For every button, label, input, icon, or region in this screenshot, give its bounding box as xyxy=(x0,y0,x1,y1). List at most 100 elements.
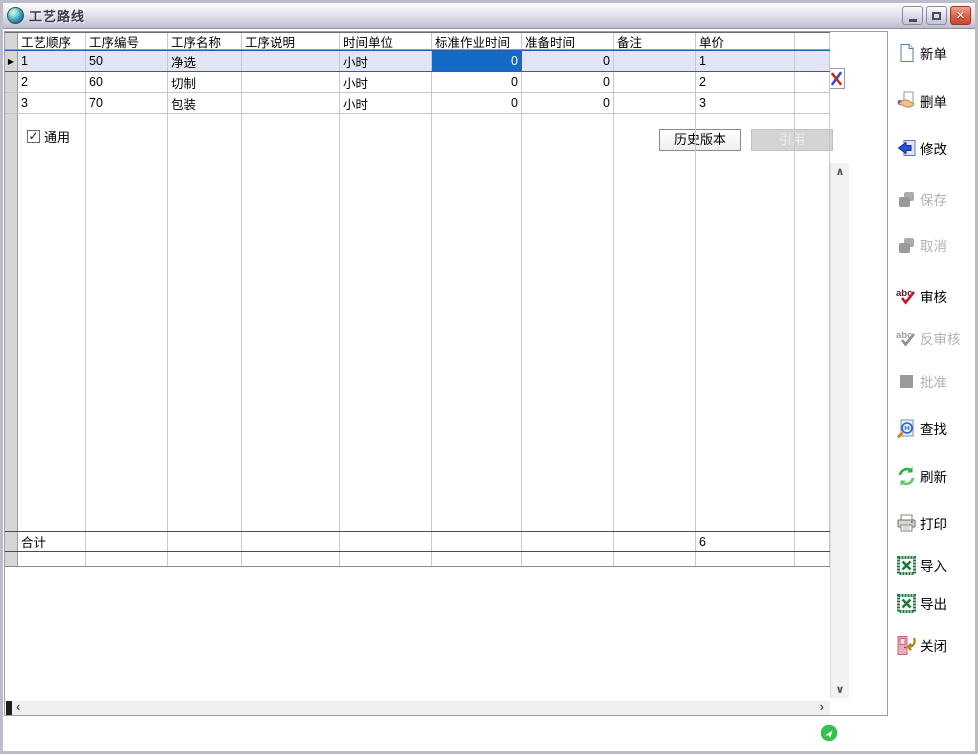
row-selector[interactable] xyxy=(5,93,18,113)
status-badge[interactable] xyxy=(820,724,838,742)
grid-cell[interactable]: 0 xyxy=(432,93,522,113)
grid-cell-selected[interactable]: 0 xyxy=(432,51,522,71)
grid-cell[interactable]: 2 xyxy=(696,72,795,92)
column-header[interactable]: 工序编号 xyxy=(86,33,168,49)
save-button[interactable]: 保存 xyxy=(896,188,947,210)
empty-cell xyxy=(432,552,522,566)
horizontal-scrollbar[interactable]: ‹ › xyxy=(6,701,830,715)
grid-cell[interactable]: 净选 xyxy=(168,51,242,71)
scroll-right-icon[interactable]: › xyxy=(820,700,824,714)
button-label: 保存 xyxy=(920,189,947,209)
total-cell xyxy=(432,532,522,551)
audit-button[interactable]: abc 审核 xyxy=(896,285,947,307)
scroll-up-icon[interactable]: ∧ xyxy=(831,165,849,178)
grid-cell[interactable]: 3 xyxy=(696,93,795,113)
grid-cell[interactable] xyxy=(614,93,696,113)
grid-cell[interactable]: 小时 xyxy=(340,93,432,113)
unaudit-button[interactable]: abc 反审核 xyxy=(896,327,961,349)
grid-cell[interactable]: 0 xyxy=(522,93,614,113)
grid-cell[interactable]: 0 xyxy=(432,72,522,92)
grid-cell[interactable]: 1 xyxy=(696,51,795,71)
search-button[interactable]: 查找 xyxy=(896,417,947,439)
table-row[interactable]: 2 60 切制 小时 0 0 2 xyxy=(5,72,830,93)
empty-cell xyxy=(242,552,340,566)
grid-cell[interactable]: 60 xyxy=(86,72,168,92)
refresh-button[interactable]: 刷新 xyxy=(896,465,947,487)
maximize-button[interactable] xyxy=(926,6,947,25)
import-button[interactable]: 导入 xyxy=(896,554,947,576)
table-row-current[interactable]: ▶ 1 50 净选 小时 0 0 1 xyxy=(5,50,830,72)
empty-column xyxy=(432,114,522,531)
delete-doc-button[interactable]: 删单 xyxy=(896,90,947,112)
button-label: 取消 xyxy=(920,235,947,255)
app-window: 工艺路线 ✕ 工艺路线编号 GYX200717001 工艺路线名称 金银花 版本… xyxy=(0,0,978,754)
grid-total-row: 合计 6 xyxy=(5,531,830,552)
row-selector xyxy=(5,532,18,551)
grid-cell[interactable] xyxy=(242,72,340,92)
row-selector[interactable] xyxy=(5,72,18,92)
column-header[interactable]: 标准作业时间 xyxy=(432,33,522,49)
cancel-button[interactable]: 取消 xyxy=(896,234,947,256)
grid-cell[interactable] xyxy=(795,51,830,71)
column-header[interactable]: 工艺顺序 xyxy=(18,33,86,49)
scroll-left-icon[interactable]: ‹ xyxy=(16,700,20,714)
empty-column xyxy=(168,114,242,531)
grid-cell[interactable]: 包装 xyxy=(168,93,242,113)
total-cell xyxy=(522,532,614,551)
grid-cell[interactable] xyxy=(242,51,340,71)
grid-cell[interactable]: 1 xyxy=(18,51,86,71)
print-button[interactable]: 打印 xyxy=(896,512,947,534)
modify-button[interactable]: 修改 xyxy=(896,137,947,159)
total-cell xyxy=(168,532,242,551)
grid-cell[interactable]: 0 xyxy=(522,72,614,92)
empty-column xyxy=(86,114,168,531)
grid-cell[interactable]: 0 xyxy=(522,51,614,71)
button-label: 查找 xyxy=(920,418,947,438)
window-title: 工艺路线 xyxy=(29,6,85,25)
close-button[interactable]: ✕ xyxy=(950,6,971,25)
button-label: 打印 xyxy=(920,513,947,533)
column-header[interactable]: 单价 xyxy=(696,33,795,49)
empty-column xyxy=(614,114,696,531)
grid-cell[interactable]: 3 xyxy=(18,93,86,113)
content-panel: 工艺路线编号 GYX200717001 工艺路线名称 金银花 版本号 A/2 物… xyxy=(4,31,888,716)
column-header[interactable]: 工序说明 xyxy=(242,33,340,49)
print-icon xyxy=(896,513,917,534)
approve-button[interactable]: 批准 xyxy=(896,370,947,392)
scrollbar-thumb[interactable] xyxy=(6,701,12,715)
row-selector-arrow-icon[interactable]: ▶ xyxy=(5,51,18,71)
column-header[interactable]: 工序名称 xyxy=(168,33,242,49)
grid-cell[interactable]: 50 xyxy=(86,51,168,71)
new-doc-button[interactable]: 新单 xyxy=(896,42,947,64)
empty-cell xyxy=(86,552,168,566)
title-bar[interactable]: 工艺路线 ✕ xyxy=(3,3,975,29)
close-form-button[interactable]: 关闭 xyxy=(896,634,947,656)
grid-cell[interactable]: 2 xyxy=(18,72,86,92)
export-button[interactable]: 导出 xyxy=(896,592,947,614)
empty-column xyxy=(340,114,432,531)
column-header[interactable]: 备注 xyxy=(614,33,696,49)
grid-cell[interactable]: 小时 xyxy=(340,51,432,71)
grid-cell[interactable] xyxy=(614,51,696,71)
version-tools-button[interactable] xyxy=(828,68,845,89)
minimize-button[interactable] xyxy=(902,6,923,25)
button-label: 新单 xyxy=(920,43,947,63)
grid-cell[interactable]: 70 xyxy=(86,93,168,113)
scroll-down-icon[interactable]: ∨ xyxy=(831,683,849,696)
empty-column xyxy=(242,114,340,531)
grid-cell[interactable] xyxy=(614,72,696,92)
vertical-scrollbar[interactable]: ∧ ∨ xyxy=(830,163,849,698)
table-row[interactable]: 3 70 包装 小时 0 0 3 xyxy=(5,93,830,114)
column-header[interactable]: 时间单位 xyxy=(340,33,432,49)
grid-header-row: 工艺顺序 工序编号 工序名称 工序说明 时间单位 标准作业时间 准备时间 备注 … xyxy=(5,32,830,50)
save-icon xyxy=(896,189,917,210)
import-excel-icon xyxy=(896,555,917,576)
grid-cell[interactable]: 小时 xyxy=(340,72,432,92)
grid-cell[interactable] xyxy=(795,93,830,113)
export-excel-icon xyxy=(896,593,917,614)
grid-cell[interactable]: 切制 xyxy=(168,72,242,92)
grid-cell[interactable] xyxy=(795,72,830,92)
column-header[interactable]: 准备时间 xyxy=(522,33,614,49)
row-selector xyxy=(5,552,18,566)
grid-cell[interactable] xyxy=(242,93,340,113)
